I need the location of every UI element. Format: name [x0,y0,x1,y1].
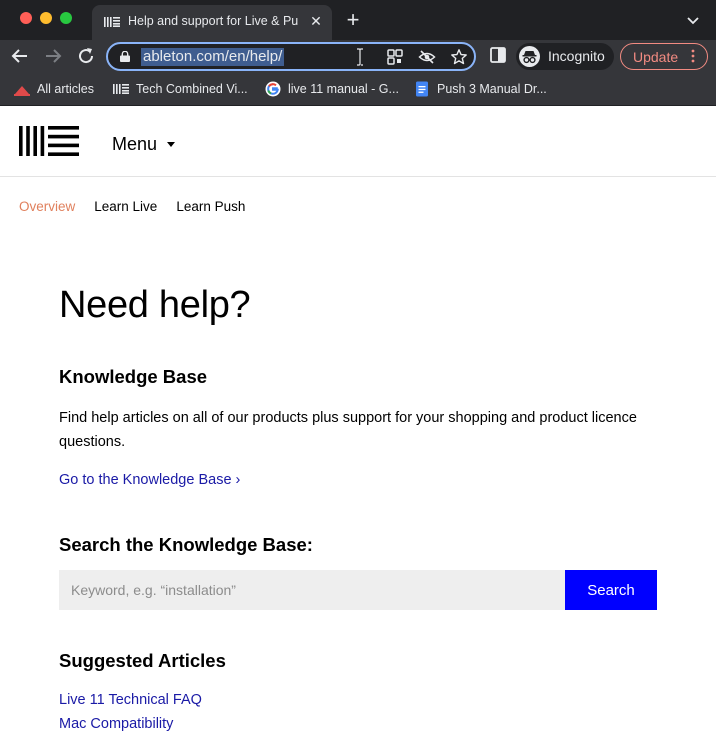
knowledge-base-link[interactable]: Go to the Knowledge Base › [59,472,240,488]
menu-button[interactable]: Menu [112,133,176,155]
tab-title: Help and support for Live & Pu [128,14,299,28]
web-page: Menu Overview Learn Live Learn Push Need… [0,106,716,736]
bookmark-tech-combined[interactable]: Tech Combined Vi... [113,80,248,98]
star-bookmark-icon[interactable] [450,48,468,66]
google-icon [265,81,281,97]
ableton-favicon-icon [104,17,120,27]
more-vertical-icon [691,49,695,63]
back-arrow-icon[interactable] [8,44,32,68]
knowledge-base-description: Find help articles on all of our product… [59,410,637,450]
bookmark-push-3-manual[interactable]: Push 3 Manual Dr... [414,80,547,98]
subnav-learn-push[interactable]: Learn Push [176,199,245,214]
subnav-learn-live[interactable]: Learn Live [94,199,157,214]
suggested-article-link[interactable]: Mac Compatibility [59,716,173,732]
knowledge-base-heading: Knowledge Base [59,366,208,387]
incognito-icon [522,51,537,64]
browser-tab-strip: Help and support for Live & Pu ✕ + [0,0,716,40]
suggested-articles-heading: Suggested Articles [59,650,226,671]
side-panel-icon[interactable] [490,47,506,63]
search-heading: Search the Knowledge Base: [59,534,313,555]
text-cursor-icon [357,48,363,66]
close-window-button[interactable] [20,12,32,24]
lock-icon[interactable] [120,51,130,62]
new-tab-button[interactable]: + [342,9,364,32]
knowledge-base-search-input[interactable] [59,570,565,610]
forward-arrow-icon[interactable] [41,44,65,68]
browser-toolbar: ableton.com/en/help/ Incognito Update [0,40,716,72]
bookmark-live-11-manual[interactable]: live 11 manual - G... [265,80,399,98]
browser-tab-active[interactable]: Help and support for Live & Pu ✕ [92,5,332,40]
ableton-bookmark-icon [14,86,30,96]
google-docs-icon [416,81,428,97]
incognito-avatar [519,46,540,67]
ableton-logo-icon[interactable] [19,126,79,156]
update-label: Update [633,49,679,65]
minimize-window-button[interactable] [40,12,52,24]
ableton-bookmark-icon [113,84,129,94]
reload-icon[interactable] [74,44,98,68]
zoom-window-button[interactable] [60,12,72,24]
subnav-overview[interactable]: Overview [19,199,75,214]
page-title: Need help? [59,284,251,326]
address-bar[interactable]: ableton.com/en/help/ [106,42,476,71]
incognito-label: Incognito [548,48,605,64]
update-button[interactable]: Update [620,43,708,70]
bookmarks-bar: All articles Tech Combined Vi... live 11… [0,72,716,106]
url-text[interactable]: ableton.com/en/help/ [141,48,285,66]
menu-label: Menu [112,133,158,154]
search-button[interactable]: Search [565,570,657,610]
bookmark-all-articles[interactable]: All articles [14,80,94,98]
site-header: Menu [0,106,716,177]
tab-close-icon[interactable]: ✕ [307,12,325,30]
help-subnav: Overview Learn Live Learn Push [19,199,264,214]
qr-code-icon[interactable] [386,48,404,66]
incognito-profile-button[interactable]: Incognito [516,43,614,70]
caret-down-icon [167,141,176,147]
eye-slash-icon[interactable] [418,48,436,66]
suggested-article-link[interactable]: Live 11 Technical FAQ [59,692,202,708]
tab-search-chevron-icon[interactable] [684,11,702,29]
